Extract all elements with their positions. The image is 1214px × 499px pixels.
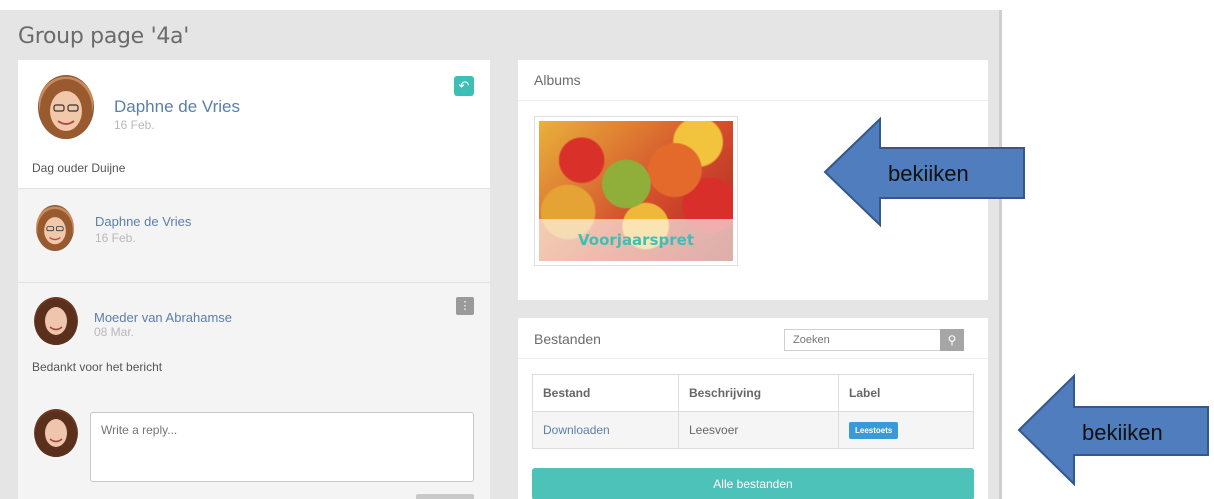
- post-author[interactable]: Daphne de Vries: [114, 97, 240, 117]
- file-search: ⚲: [784, 329, 964, 351]
- info-icon: ⋮: [459, 300, 471, 312]
- annotation-label: bekiiken: [1082, 420, 1163, 445]
- post-column: Daphne de Vries 16 Feb. ↶ Dag ouder Duij…: [18, 60, 490, 499]
- comment-menu-button[interactable]: ⋮: [456, 297, 474, 315]
- post-date: 16 Feb.: [114, 118, 155, 132]
- divider: [518, 358, 988, 359]
- reply-icon: ↶: [458, 78, 470, 93]
- avatar: [34, 409, 78, 457]
- file-cell: Downloaden: [532, 411, 679, 449]
- avatar[interactable]: [38, 75, 94, 139]
- files-table: Bestand Beschrijving Label Downloaden Le…: [532, 374, 974, 449]
- post-text: Dag ouder Duijne: [32, 161, 126, 175]
- comment-date: 08 Mar.: [94, 325, 135, 339]
- comment-date: 16 Feb.: [95, 231, 136, 245]
- all-files-button[interactable]: Alle bestanden: [532, 468, 974, 499]
- column-header: Bestand: [532, 374, 679, 412]
- avatar-daphne-icon: [37, 209, 73, 250]
- avatar-moeder-icon: [35, 411, 77, 457]
- divider: [518, 100, 988, 101]
- avatar-daphne-icon: [40, 79, 92, 139]
- comment-author[interactable]: Moeder van Abrahamse: [94, 310, 232, 325]
- reply-button[interactable]: ↶: [454, 76, 474, 96]
- group-page: Group page '4a' Daphne de Vries 16 Feb. …: [0, 10, 1002, 499]
- table-row: Downloaden Leesvoer Leestoets: [532, 411, 974, 449]
- search-icon: ⚲: [947, 333, 957, 347]
- files-heading: Bestanden: [534, 331, 601, 347]
- post-card: Daphne de Vries 16 Feb. ↶ Dag ouder Duij…: [18, 60, 490, 188]
- files-card: Bestanden ⚲ Bestand Beschrijving Label D…: [518, 318, 988, 499]
- album-cover-image: Voorjaarspret: [539, 121, 733, 261]
- comment-author[interactable]: Daphne de Vries: [95, 214, 191, 229]
- annotation-label: bekiiken: [888, 161, 969, 186]
- albums-heading: Albums: [534, 72, 581, 88]
- label-badge[interactable]: Leestoets: [849, 421, 899, 439]
- comment-item: Daphne de Vries 16 Feb.: [18, 188, 490, 282]
- page-title: Group page '4a': [18, 24, 189, 49]
- search-button[interactable]: ⚲: [940, 329, 964, 351]
- column-header: Beschrijving: [678, 374, 839, 412]
- comment-text: Bedankt voor het bericht: [32, 360, 163, 374]
- avatar[interactable]: [34, 297, 78, 345]
- album-label: Voorjaarspret: [578, 231, 694, 249]
- download-link[interactable]: Downloaden: [543, 423, 610, 437]
- label-cell: Leestoets: [838, 411, 974, 449]
- album-item[interactable]: Voorjaarspret: [534, 116, 738, 266]
- reply-input[interactable]: [90, 412, 474, 482]
- avatar-moeder-icon: [35, 299, 77, 345]
- table-header-row: Bestand Beschrijving Label: [532, 374, 974, 412]
- send-reply-button[interactable]: [416, 494, 474, 499]
- column-header: Label: [838, 374, 974, 412]
- search-input[interactable]: [784, 329, 942, 351]
- avatar[interactable]: [36, 205, 74, 251]
- description-cell: Leesvoer: [678, 411, 839, 449]
